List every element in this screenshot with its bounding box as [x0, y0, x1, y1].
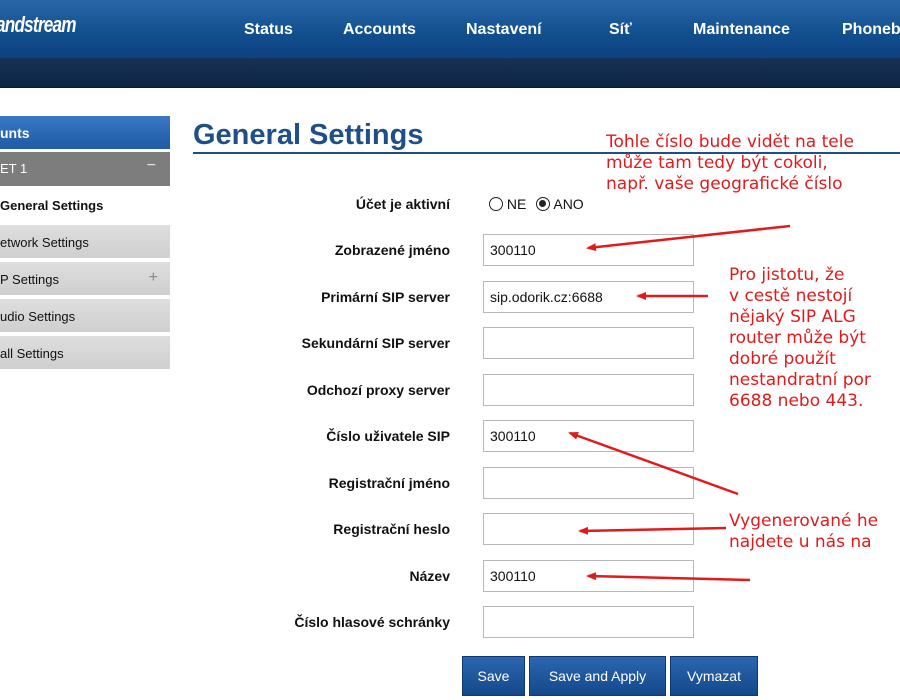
sip-user-id-label: Číslo uživatele SIP — [326, 428, 450, 444]
auth-id-input[interactable] — [483, 467, 694, 499]
radio-no[interactable] — [489, 197, 503, 211]
clear-button[interactable]: Vymazat — [670, 656, 758, 696]
sidebar-item-sip-settings[interactable]: P Settings + — [0, 262, 170, 296]
secondary-sip-server-input[interactable] — [483, 327, 694, 359]
sidebar-item-audio-settings[interactable]: udio Settings — [0, 299, 170, 333]
annotation-sip-server: Pro jistotu, že v cestě nestojí nějaký S… — [729, 265, 871, 411]
sip-user-id-input[interactable] — [483, 420, 694, 452]
voicemail-number-input[interactable] — [483, 606, 694, 638]
outbound-proxy-input[interactable] — [483, 374, 694, 406]
top-navigation-bar: andstream Status Accounts Nastavení Síť … — [0, 0, 900, 58]
primary-sip-server-input[interactable] — [483, 281, 694, 313]
save-button[interactable]: Save — [462, 656, 525, 696]
grandstream-logo: andstream — [0, 12, 77, 37]
sidebar-item-call-settings[interactable]: all Settings — [0, 336, 170, 370]
primary-sip-server-label: Primární SIP server — [321, 289, 450, 305]
nav-status[interactable]: Status — [244, 21, 293, 39]
voicemail-number-label: Číslo hlasové schránky — [294, 614, 450, 630]
expand-icon[interactable]: + — [149, 269, 158, 287]
annotation-password: Vygenerované he najdete u nás na — [729, 511, 879, 552]
secondary-sip-server-label: Sekundární SIP server — [301, 335, 450, 351]
name-input[interactable] — [483, 560, 694, 592]
sidebar-item-general-settings[interactable]: General Settings — [0, 188, 170, 222]
radio-yes[interactable] — [536, 197, 551, 211]
auth-password-label: Registrační heslo — [333, 521, 450, 537]
name-label: Název — [409, 568, 450, 584]
account-active-label: Účet je aktivní — [355, 196, 450, 212]
annotation-display-name: Tohle číslo bude vidět na tele může tam … — [606, 132, 854, 194]
auth-id-label: Registrační jméno — [328, 475, 450, 491]
radio-no-label: NE — [506, 196, 527, 212]
nav-phonebook[interactable]: Phoneb — [842, 21, 900, 39]
display-name-label: Zobrazené jméno — [334, 242, 450, 258]
nav-maintenance[interactable]: Maintenance — [693, 21, 790, 39]
nav-sit[interactable]: Síť — [609, 21, 632, 39]
sidebar-account-1[interactable]: ET 1 − — [0, 152, 170, 186]
account-active-radio-group: NE ANO — [489, 196, 584, 212]
outbound-proxy-label: Odchozí proxy server — [306, 382, 450, 398]
sub-navigation-bar — [0, 58, 900, 88]
sidebar-account-label: ET 1 — [0, 161, 28, 176]
nav-nastaveni[interactable]: Nastavení — [466, 21, 542, 39]
auth-password-input[interactable] — [483, 513, 694, 545]
nav-accounts[interactable]: Accounts — [343, 21, 416, 39]
display-name-input[interactable] — [483, 234, 694, 266]
collapse-icon[interactable]: − — [147, 157, 156, 175]
sidebar-section-accounts[interactable]: unts — [0, 116, 170, 149]
sidebar-item-network-settings[interactable]: etwork Settings — [0, 225, 170, 259]
page-title: General Settings — [193, 119, 424, 151]
radio-yes-label: ANO — [553, 196, 584, 212]
sidebar-item-label: P Settings — [0, 272, 60, 287]
save-and-apply-button[interactable]: Save and Apply — [529, 656, 666, 696]
